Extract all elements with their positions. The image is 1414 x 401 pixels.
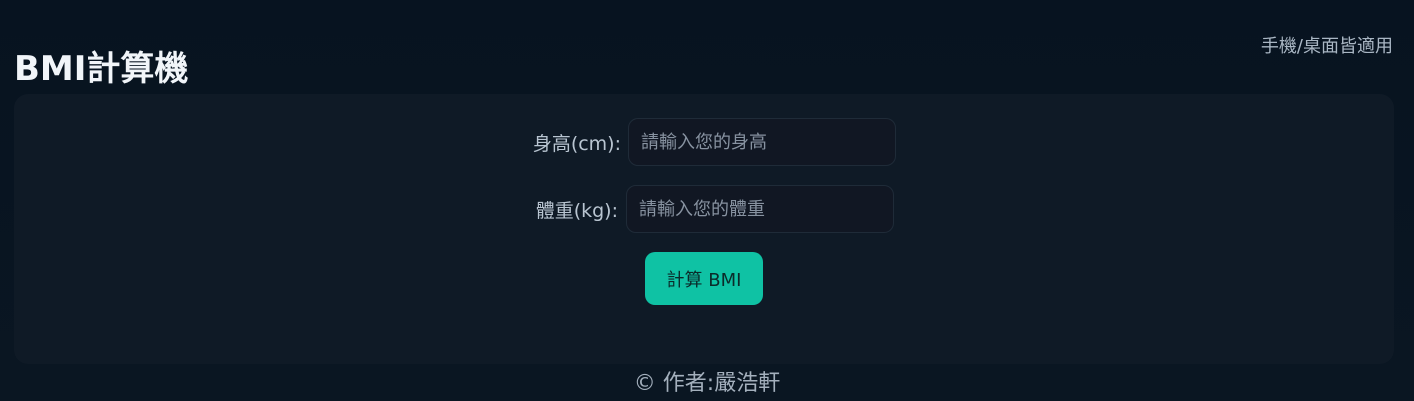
author-footer: © 作者:嚴浩軒 bbox=[633, 371, 781, 396]
height-label: 身高(cm): bbox=[532, 132, 621, 155]
device-support-note: 手機/桌面皆適用 bbox=[1260, 36, 1393, 57]
app-title: BMI計算機 bbox=[14, 48, 189, 89]
weight-input[interactable] bbox=[626, 185, 894, 233]
calculate-bmi-button[interactable]: 計算 BMI bbox=[645, 252, 763, 305]
page: BMI計算機 手機/桌面皆適用 身高(cm): 體重(kg): 計算 BMI ©… bbox=[0, 0, 1414, 401]
height-row: 身高(cm): bbox=[524, 118, 896, 166]
app-header: BMI計算機 手機/桌面皆適用 bbox=[0, 0, 1414, 92]
bmi-form-card: 身高(cm): 體重(kg): 計算 BMI bbox=[14, 94, 1394, 364]
height-input[interactable] bbox=[628, 118, 896, 166]
weight-row: 體重(kg): bbox=[524, 185, 894, 233]
weight-label: 體重(kg): bbox=[535, 199, 618, 222]
